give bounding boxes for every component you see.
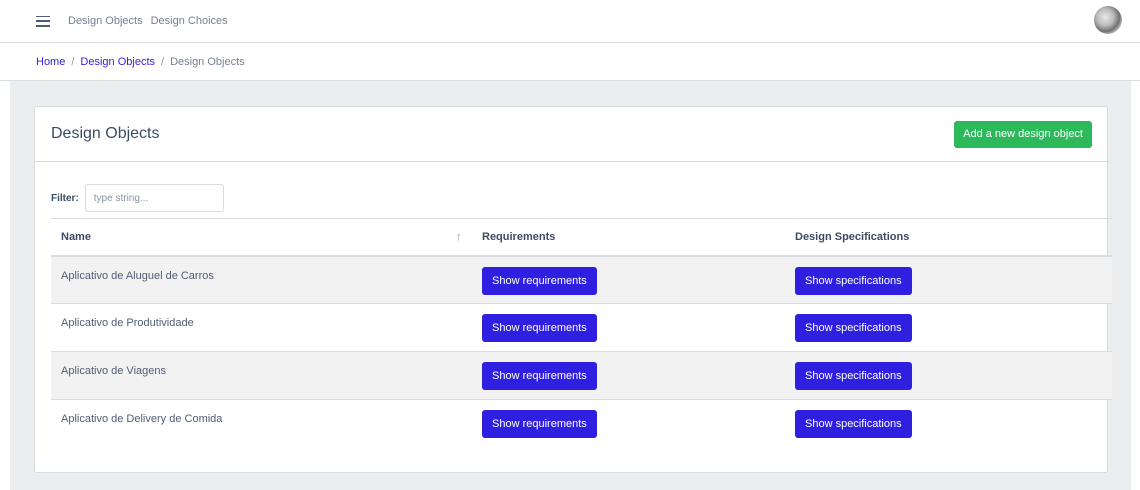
column-header-design-specifications: Design Specifications [785, 218, 1112, 257]
table-header-row: Name ↑ Requirements Design Specification… [51, 218, 1112, 257]
show-requirements-button[interactable]: Show requirements [482, 362, 597, 390]
breadcrumb-separator: / [71, 55, 75, 68]
header: Design Objects Design Choices [0, 0, 1140, 43]
add-design-object-button[interactable]: Add a new design object [954, 120, 1092, 148]
breadcrumb-current: Design Objects [170, 55, 245, 68]
show-specifications-button[interactable]: Show specifications [795, 362, 912, 390]
show-requirements-button[interactable]: Show requirements [482, 314, 597, 342]
card-body: Filter: Name ↑ Requirements Design Speci… [35, 162, 1112, 448]
specifications-cell: Show specifications [785, 399, 1112, 448]
hamburger-menu-icon[interactable] [36, 15, 50, 27]
filter-label: Filter: [51, 192, 79, 204]
requirements-cell: Show requirements [472, 255, 785, 304]
breadcrumb-design-objects[interactable]: Design Objects [80, 56, 155, 68]
row-name: Aplicativo de Viagens [51, 351, 472, 400]
show-requirements-button[interactable]: Show requirements [482, 266, 597, 295]
table-row: Aplicativo de Delivery de Comida Show re… [51, 399, 1112, 448]
row-name: Aplicativo de Produtividade [51, 303, 472, 352]
specifications-cell: Show specifications [785, 255, 1112, 304]
filter-input[interactable] [84, 184, 224, 212]
avatar[interactable] [1094, 6, 1122, 34]
breadcrumb-separator: / [161, 55, 165, 68]
table-row: Aplicativo de Aluguel de Carros Show req… [51, 255, 1112, 304]
show-specifications-button[interactable]: Show specifications [795, 266, 912, 295]
specifications-cell: Show specifications [785, 303, 1112, 352]
filter-row: Filter: [51, 184, 1092, 212]
requirements-cell: Show requirements [472, 399, 785, 448]
specifications-cell: Show specifications [785, 351, 1112, 400]
row-name: Aplicativo de Aluguel de Carros [51, 255, 472, 304]
show-requirements-button[interactable]: Show requirements [482, 410, 597, 438]
column-header-requirements: Requirements [472, 218, 785, 257]
page-title: Design Objects [51, 125, 160, 142]
card-header: Design Objects Add a new design object [35, 107, 1107, 162]
main-content: Design Objects Add a new design object F… [10, 81, 1131, 490]
show-specifications-button[interactable]: Show specifications [795, 410, 912, 438]
column-header-label: Name [61, 230, 91, 243]
row-name: Aplicativo de Delivery de Comida [51, 399, 472, 448]
nav-link-design-objects[interactable]: Design Objects [68, 15, 143, 27]
show-specifications-button[interactable]: Show specifications [795, 314, 912, 342]
nav-link-design-choices[interactable]: Design Choices [151, 15, 228, 27]
requirements-cell: Show requirements [472, 351, 785, 400]
column-header-name[interactable]: Name ↑ [51, 218, 472, 257]
table-row: Aplicativo de Produtividade Show require… [51, 303, 1112, 352]
sort-arrow-up-icon[interactable]: ↑ [456, 229, 463, 244]
breadcrumb: Home / Design Objects / Design Objects [0, 43, 1140, 81]
design-objects-card: Design Objects Add a new design object F… [34, 106, 1112, 473]
requirements-cell: Show requirements [472, 303, 785, 352]
table-row: Aplicativo de Viagens Show requirements … [51, 351, 1112, 400]
design-objects-table: Name ↑ Requirements Design Specification… [51, 218, 1112, 448]
breadcrumb-home[interactable]: Home [36, 56, 65, 68]
